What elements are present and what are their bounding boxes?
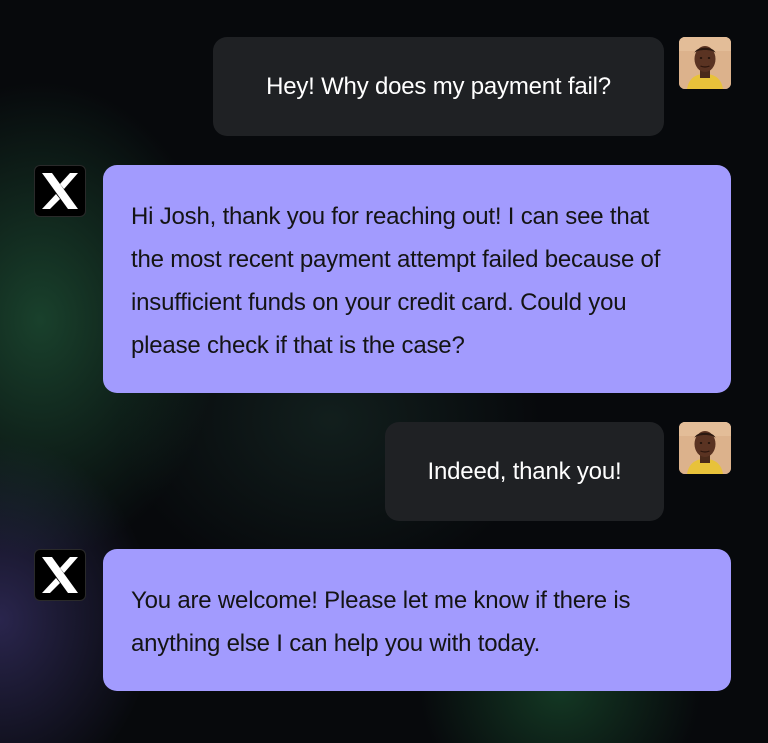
user-message-bubble: Hey! Why does my payment fail?: [213, 37, 664, 136]
chat-thread: Hey! Why does my payment fail? Hi Josh, …: [0, 0, 768, 743]
user-avatar-photo: [679, 37, 731, 89]
message-text-line: Hi Josh, thank you for reaching out! I c…: [131, 203, 650, 230]
message-text-line: anything else I can help you with today.: [131, 630, 541, 657]
user-avatar: [679, 422, 731, 474]
message-text: Indeed, thank you!: [427, 457, 622, 485]
x-logo-icon: [42, 557, 78, 593]
message-text-line: You are welcome! Please let me know if t…: [131, 587, 631, 614]
message-text-line: the most recent payment attempt failed b…: [131, 246, 661, 273]
user-avatar-photo: [679, 422, 731, 474]
bot-message-bubble: Hi Josh, thank you for reaching out! I c…: [103, 165, 731, 393]
bot-avatar: [34, 165, 86, 217]
bot-message-bubble: You are welcome! Please let me know if t…: [103, 549, 731, 691]
message-text-line: insufficient funds on your credit card. …: [131, 289, 627, 316]
user-message-bubble: Indeed, thank you!: [385, 422, 664, 521]
user-avatar: [679, 37, 731, 89]
message-text-line: please check if that is the case?: [131, 332, 465, 359]
bot-avatar: [34, 549, 86, 601]
message-text: Hey! Why does my payment fail?: [266, 72, 611, 100]
x-logo-icon: [42, 173, 78, 209]
